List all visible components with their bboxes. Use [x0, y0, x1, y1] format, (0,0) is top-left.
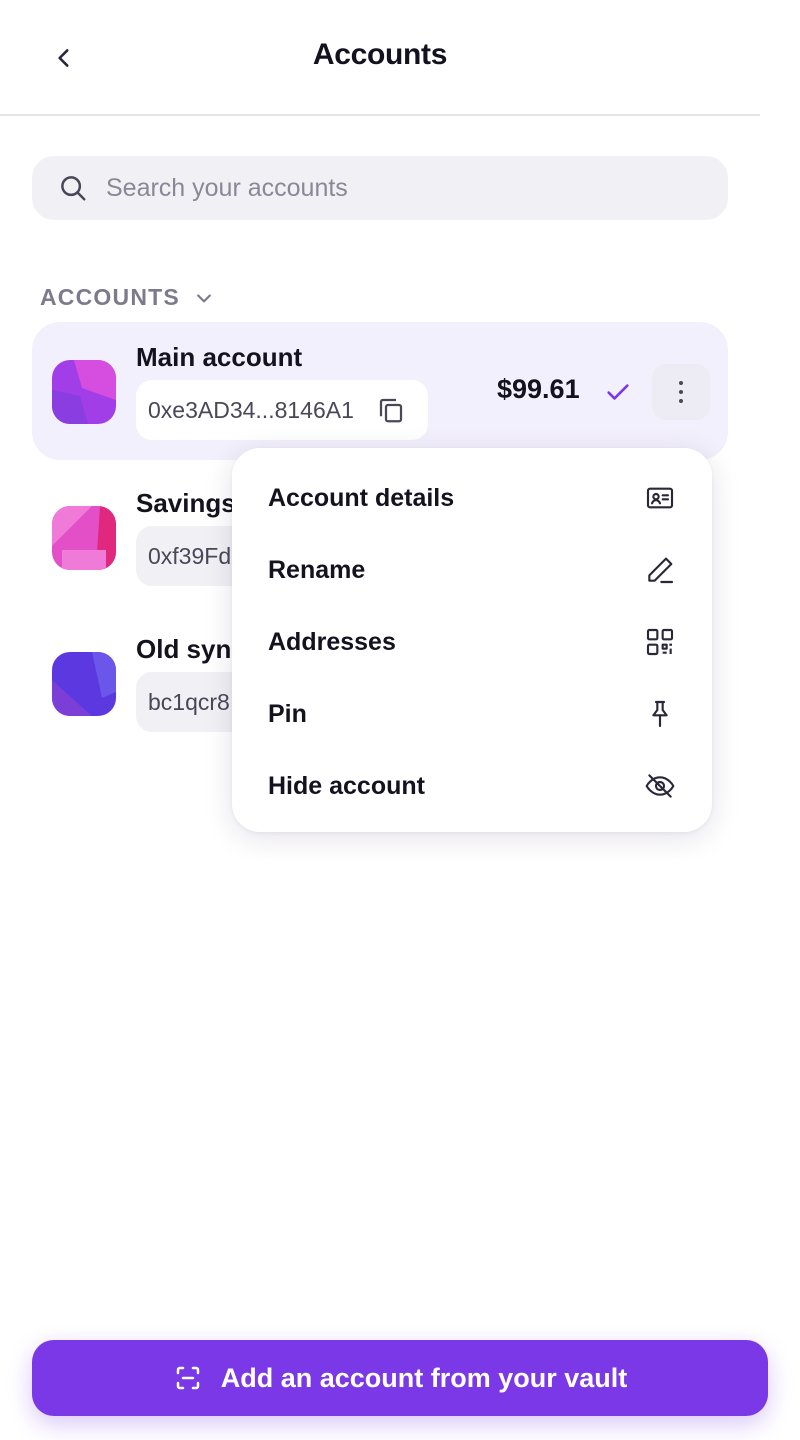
section-label: ACCOUNTS: [40, 284, 180, 310]
scan-icon: [173, 1363, 203, 1393]
account-balance: $99.61: [497, 374, 580, 404]
account-address: 0xe3AD34...8146A1: [148, 396, 354, 423]
avatar: [52, 506, 116, 570]
menu-item-label: Pin: [268, 699, 307, 728]
menu-item-account-details[interactable]: Account details: [232, 462, 712, 534]
avatar: [52, 652, 116, 716]
menu-item-hide-account[interactable]: Hide account: [232, 750, 712, 822]
search-bar[interactable]: [32, 156, 728, 220]
account-name: Main account: [136, 342, 303, 372]
id-card-icon: [644, 482, 676, 514]
menu-item-label: Addresses: [268, 627, 396, 656]
header: Accounts: [0, 0, 760, 116]
accounts-section-toggle[interactable]: ACCOUNTS: [40, 284, 214, 311]
search-input[interactable]: [106, 173, 666, 203]
account-name: Savings: [136, 488, 236, 518]
menu-item-label: Hide account: [268, 771, 425, 800]
account-name: Old syn: [136, 634, 232, 664]
add-account-label: Add an account from your vault: [220, 1362, 628, 1393]
account-address: bc1qcr8: [148, 688, 230, 715]
page-title: Accounts: [312, 38, 448, 71]
pin-icon: [644, 698, 676, 730]
account-address: 0xf39Fd: [148, 542, 232, 569]
check-icon: [604, 378, 632, 406]
account-row[interactable]: Main account 0xe3AD34...8146A1 $99.61: [32, 322, 728, 460]
avatar: [52, 360, 116, 424]
chevron-down-icon: [194, 288, 214, 308]
eye-off-icon: [644, 770, 676, 802]
menu-item-addresses[interactable]: Addresses: [232, 606, 712, 678]
address-pill: 0xe3AD34...8146A1: [136, 380, 428, 440]
copy-icon[interactable]: [376, 395, 406, 425]
menu-item-label: Account details: [268, 483, 455, 512]
pencil-icon: [644, 554, 676, 586]
menu-item-rename[interactable]: Rename: [232, 534, 712, 606]
search-icon: [58, 173, 88, 203]
more-options-button[interactable]: [652, 364, 710, 420]
menu-item-label: Rename: [268, 555, 366, 584]
account-context-menu: Account details Rename Addresses Pin Hid…: [232, 448, 712, 832]
menu-item-pin[interactable]: Pin: [232, 678, 712, 750]
more-vertical-icon: [677, 378, 685, 406]
add-account-button[interactable]: Add an account from your vault: [32, 1340, 768, 1416]
qr-code-icon: [644, 626, 676, 658]
